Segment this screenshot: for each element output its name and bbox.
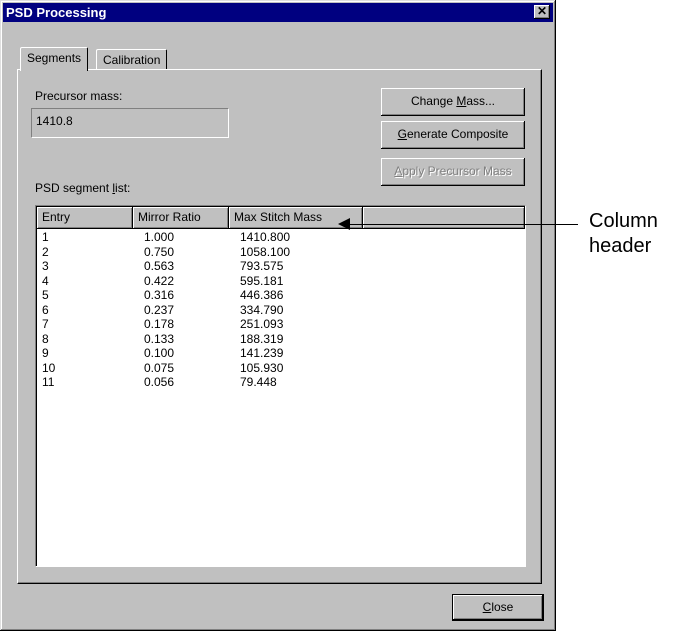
tab-calibration-label: Calibration <box>103 53 161 67</box>
table-cell: 446.386 <box>240 288 284 302</box>
segment-list-label: PSD segment list: <box>35 181 130 195</box>
table-cell: 6 <box>42 302 49 317</box>
table-cell: 3 <box>42 259 49 273</box>
precursor-mass-field: 1410.8 <box>31 108 229 138</box>
change-mass-label-post: ass... <box>466 94 496 108</box>
change-mass-mnemonic: M <box>456 94 467 108</box>
segment-list-view[interactable]: Entry Mirror Ratio Max Stitch Mass 1 1.00… <box>35 205 526 567</box>
table-cell: 2 <box>42 244 49 259</box>
change-mass-label-pre: Change <box>410 94 457 108</box>
psd-processing-dialog: PSD Processing ✕ Segments Calibration Pr… <box>0 0 556 631</box>
table-cell: 11 <box>42 375 55 389</box>
table-cell: 105.930 <box>240 360 284 375</box>
apply-precursor-label-post: pply Precursor Mass <box>402 164 512 178</box>
table-cell: 0.056 <box>144 375 175 389</box>
column-header-row: Entry Mirror Ratio Max Stitch Mass <box>37 207 525 229</box>
table-cell: 0.133 <box>144 331 175 346</box>
table-cell: 793.575 <box>240 259 284 273</box>
window-title: PSD Processing <box>6 5 107 20</box>
precursor-mass-label: Precursor mass: <box>35 89 123 103</box>
title-bar[interactable]: PSD Processing ✕ <box>3 3 553 22</box>
column-header-mirror-ratio[interactable]: Mirror Ratio <box>133 207 229 229</box>
table-cell: 4 <box>42 273 49 288</box>
table-cell: 595.181 <box>240 273 284 288</box>
segment-list-label-pre: PSD segment <box>35 181 113 195</box>
table-cell: 0.750 <box>144 244 175 259</box>
table-cell: 1058.100 <box>240 244 291 259</box>
annotation-line-2: header <box>589 235 652 257</box>
column-header-entry[interactable]: Entry <box>37 207 133 229</box>
table-cell: 0.100 <box>144 346 175 360</box>
generate-composite-label-post: enerate Composite <box>406 127 509 141</box>
precursor-mass-value: 1410.8 <box>36 114 73 128</box>
close-label-post: lose <box>491 600 514 614</box>
table-cell: 7 <box>42 317 49 331</box>
table-cell: 9 <box>42 346 49 360</box>
table-cell: 10 <box>42 360 56 375</box>
table-cell: 141.239 <box>240 346 284 360</box>
tab-calibration[interactable]: Calibration <box>96 49 168 70</box>
apply-precursor-mass-button[interactable]: Apply Precursor Mass <box>381 158 525 186</box>
tab-segments[interactable]: Segments <box>20 47 89 71</box>
table-cell: 5 <box>42 288 49 302</box>
table-cell: 251.093 <box>240 317 284 331</box>
column-header-empty[interactable] <box>363 207 525 229</box>
annotation-arrow-icon <box>338 218 350 230</box>
table-cell: 0.563 <box>144 259 175 273</box>
table-cell: 0.178 <box>144 317 175 331</box>
table-cell: 8 <box>42 331 49 346</box>
table-cell: 0.075 <box>144 360 175 375</box>
annotation-callout: Column header <box>589 209 658 259</box>
close-icon[interactable]: ✕ <box>534 5 550 19</box>
table-cell: 1410.800 <box>240 230 291 244</box>
generate-composite-mnemonic: G <box>397 127 407 141</box>
table-cell: 334.790 <box>240 302 284 317</box>
tab-segments-label: Segments <box>27 51 82 65</box>
annotation-line <box>345 224 578 225</box>
annotation-line-1: Column <box>589 210 658 232</box>
table-cell: 79.448 <box>240 375 277 389</box>
table-cell: 1.000 <box>144 230 175 244</box>
table-cell: 1 <box>42 230 49 244</box>
table-cell: 188.319 <box>240 331 284 346</box>
segment-list-label-post: ist: <box>115 181 131 195</box>
generate-composite-button[interactable]: Generate Composite <box>381 121 525 149</box>
table-cell: 0.237 <box>144 302 175 317</box>
close-button[interactable]: Close <box>452 594 544 621</box>
table-cell: 0.422 <box>144 273 175 288</box>
change-mass-button[interactable]: Change Mass... <box>381 88 525 116</box>
table-cell: 0.316 <box>144 288 175 302</box>
